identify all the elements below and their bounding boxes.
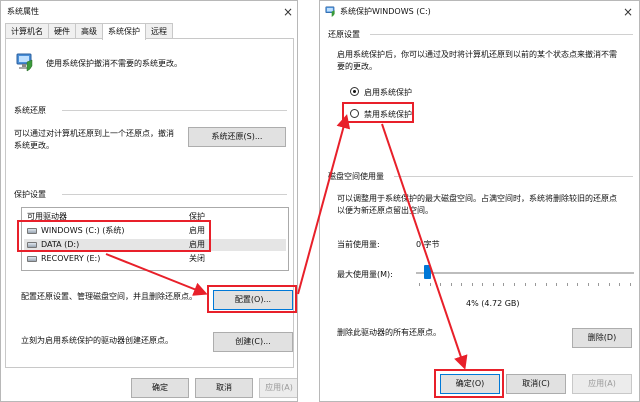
arrow-configure-to-disable xyxy=(297,114,351,295)
tab-system-protection[interactable]: 系统保护 xyxy=(102,23,146,40)
arrow-disable-to-ok xyxy=(381,123,468,370)
arrow-drives-to-configure xyxy=(105,253,208,296)
annotation-arrows xyxy=(105,114,468,370)
